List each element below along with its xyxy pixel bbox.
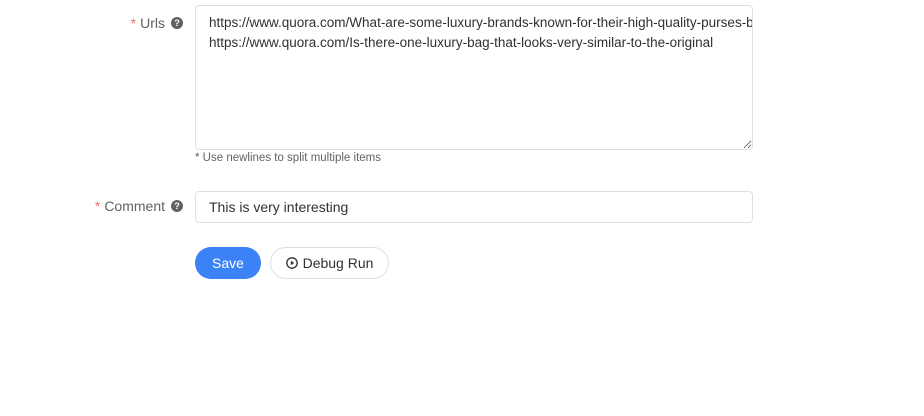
urls-hint: * Use newlines to split multiple items bbox=[195, 152, 381, 164]
save-button[interactable]: Save bbox=[195, 247, 261, 279]
question-circle-icon[interactable]: ? bbox=[171, 17, 183, 29]
comment-label: * Comment ? bbox=[95, 198, 183, 214]
required-mark: * bbox=[130, 15, 137, 31]
form: * Urls ? https://www.quora.com/What-are-… bbox=[0, 0, 924, 416]
urls-label-text: Urls bbox=[140, 15, 165, 31]
urls-textarea[interactable]: https://www.quora.com/What-are-some-luxu… bbox=[195, 5, 753, 150]
comment-label-text: Comment bbox=[104, 198, 165, 214]
urls-label: * Urls ? bbox=[131, 15, 183, 31]
question-circle-icon[interactable]: ? bbox=[171, 200, 183, 212]
save-button-label: Save bbox=[212, 255, 244, 271]
play-circle-icon bbox=[285, 257, 298, 269]
debug-run-label: Debug Run bbox=[302, 255, 374, 271]
required-mark: * bbox=[94, 198, 101, 214]
comment-input[interactable] bbox=[195, 191, 753, 223]
debug-run-button[interactable]: Debug Run bbox=[270, 247, 389, 279]
